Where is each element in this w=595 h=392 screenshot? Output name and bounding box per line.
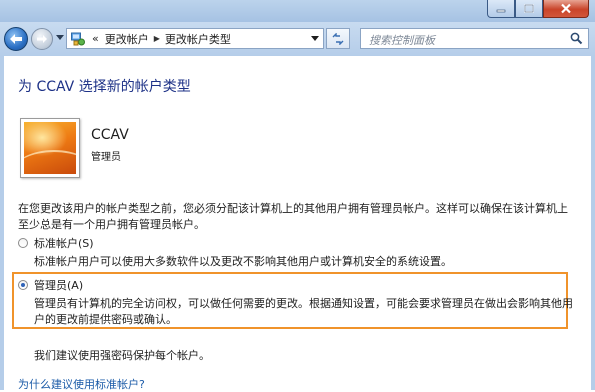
option-description-standard: 标准帐户用户可以使用大多数软件以及更改不影响其他用户或计算机安全的系统设置。 [34, 255, 452, 268]
intro-text: 在您更改该用户的帐户类型之前，您必须分配该计算机上的其他用户拥有管理员帐户。这样… [18, 202, 568, 231]
maximize-icon [524, 4, 534, 13]
address-dropdown-button[interactable] [307, 29, 323, 48]
window-frame-left [0, 56, 4, 390]
refresh-icon [332, 32, 344, 45]
user-avatar [20, 118, 80, 178]
account-name: CCAV [91, 127, 129, 143]
arrow-right-icon [37, 35, 47, 43]
option-label-standard[interactable]: 标准帐户(S) [34, 236, 94, 252]
close-icon [561, 3, 571, 14]
close-button[interactable] [543, 0, 589, 18]
minimize-icon [496, 9, 506, 12]
search-icon[interactable] [570, 32, 583, 45]
breadcrumb-overflow[interactable]: « [92, 32, 99, 45]
option-description-administrator: 管理员有计算机的完全访问权，可以做任何需要的更改。根据通知设置，可能会要求管理员… [34, 297, 573, 326]
recommendation-text: 我们建议使用强密码保护每个帐户。 [34, 349, 210, 362]
chevron-down-icon [311, 36, 319, 41]
forward-button[interactable] [31, 28, 53, 50]
caption-buttons [487, 0, 589, 20]
chevron-right-icon[interactable]: ▶ [154, 34, 160, 43]
window-frame-right [591, 56, 595, 390]
radio-administrator[interactable] [18, 280, 28, 290]
title-bar [0, 0, 595, 22]
control-panel-icon [71, 32, 85, 45]
history-dropdown-icon[interactable] [56, 35, 64, 40]
back-button[interactable] [4, 27, 28, 51]
main-content: 为 CCAV 选择新的帐户类型 CCAV 管理员 在您更改该用户的帐户类型之前，… [0, 56, 595, 391]
breadcrumb-item-change-account[interactable]: 更改帐户 [105, 31, 149, 47]
maximize-button[interactable] [515, 0, 543, 18]
navigation-bar: « 更改帐户 ▶ 更改帐户类型 [0, 22, 595, 56]
avatar-picture [24, 122, 76, 174]
account-type: 管理员 [91, 152, 121, 163]
breadcrumb-item-change-account-type[interactable]: 更改帐户类型 [165, 31, 231, 47]
search-input[interactable] [367, 31, 561, 50]
arrow-left-icon [10, 34, 22, 44]
minimize-button[interactable] [487, 0, 515, 18]
radio-standard[interactable] [18, 238, 28, 248]
option-label-administrator[interactable]: 管理员(A) [34, 278, 83, 294]
address-bar[interactable]: « 更改帐户 ▶ 更改帐户类型 [66, 28, 324, 49]
refresh-button[interactable] [326, 28, 350, 49]
page-title: 为 CCAV 选择新的帐户类型 [18, 79, 191, 95]
search-box[interactable] [360, 28, 589, 50]
